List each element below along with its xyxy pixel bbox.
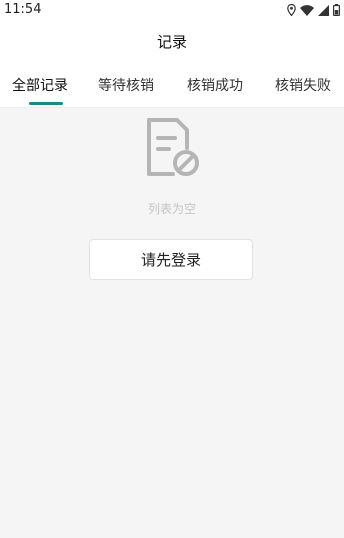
tab-verification-failed[interactable]: 核销失败	[275, 75, 331, 95]
status-icons	[287, 3, 340, 17]
signal-icon	[318, 4, 329, 16]
header: 记录	[0, 20, 344, 62]
empty-list-icon	[143, 118, 201, 180]
status-bar: 11:54	[0, 0, 344, 20]
status-time: 11:54	[4, 2, 42, 17]
location-icon	[287, 4, 296, 16]
empty-state-message: 列表为空	[147, 202, 196, 216]
tab-all-records[interactable]: 全部记录	[12, 75, 68, 95]
page-title: 记录	[156, 33, 187, 51]
login-button[interactable]: 请先登录	[89, 239, 253, 280]
tab-bar: 全部记录 等待核销 核销成功 核销失败	[0, 62, 344, 108]
wifi-icon	[300, 4, 314, 16]
active-tab-indicator	[29, 102, 63, 105]
tab-verification-success[interactable]: 核销成功	[187, 75, 243, 95]
battery-icon	[333, 4, 340, 16]
tab-pending-verification[interactable]: 等待核销	[98, 75, 154, 95]
